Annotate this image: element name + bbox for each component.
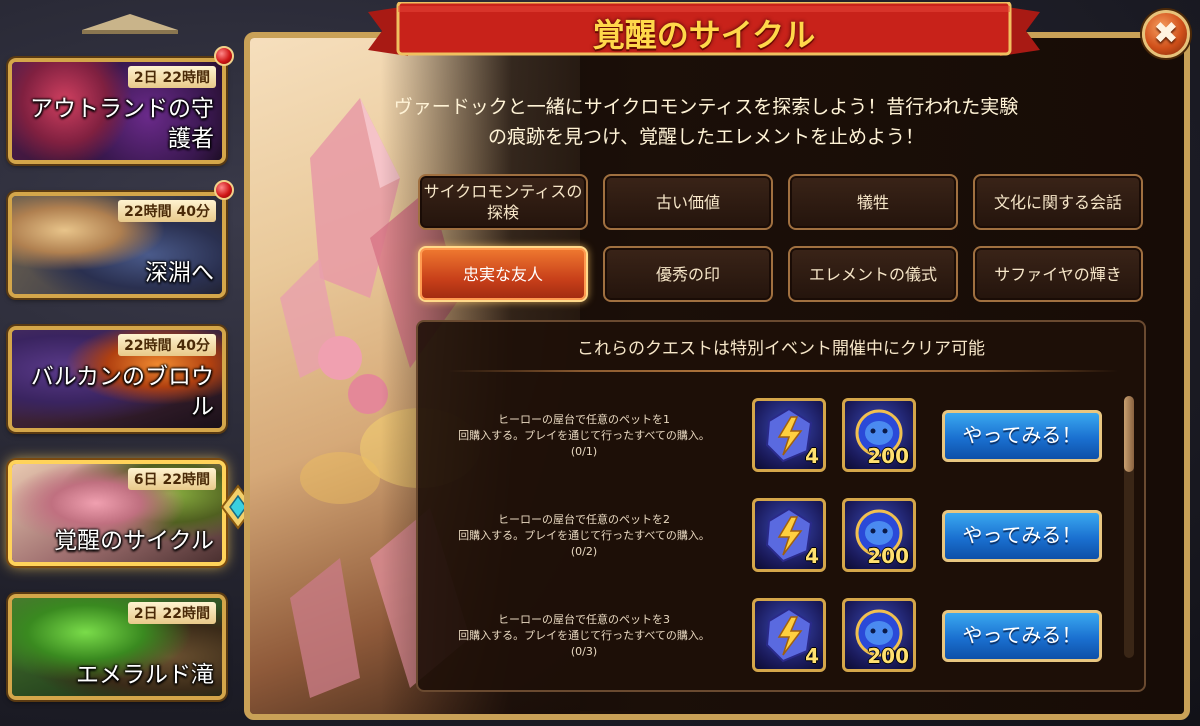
tab-mark-of-excellence[interactable]: 優秀の印 <box>603 246 773 302</box>
quest-line-2: 回購入する。プレイを通じて行ったすべての購入。 <box>458 429 710 442</box>
header-divider <box>448 370 1118 372</box>
quest-line-2: 回購入する。プレイを通じて行ったすべての購入。 <box>458 529 710 542</box>
event-card-awakening-cycle[interactable]: 6日 22時間 覚醒のサイクル <box>8 460 226 566</box>
quest-row: ヒーローの屋台で任意のペットを3 回購入する。プレイを通じて行ったすべての購入。… <box>418 598 1144 688</box>
quest-line-1: ヒーローの屋台で任意のペットを3 <box>498 613 670 626</box>
quest-progress: (0/2) <box>570 545 598 558</box>
event-title: バルカンのブロウル <box>30 364 214 420</box>
event-title: 覚醒のサイクル <box>54 528 214 554</box>
event-timer: 6日 22時間 <box>127 468 216 490</box>
quest-list: これらのクエストは特別イベント開催中にクリア可能 ヒーローの屋台で任意のペットを… <box>416 320 1146 692</box>
notification-badge <box>214 180 234 200</box>
try-it-button[interactable]: やってみる！ <box>942 510 1102 562</box>
tab-cyclomontis-exploration[interactable]: サイクロモンティスの探検 <box>418 174 588 230</box>
tab-loyal-friend[interactable]: 忠実な友人 <box>418 246 588 302</box>
event-title: アウトランドの守護者 <box>30 96 214 152</box>
event-title: エメラルド滝 <box>76 662 214 688</box>
event-timer: 22時間 40分 <box>118 334 216 356</box>
quest-description: ヒーローの屋台で任意のペットを1 回購入する。プレイを通じて行ったすべての購入。… <box>426 412 742 460</box>
reward-quantity: 4 <box>805 444 819 468</box>
reward-slot-2[interactable]: 200 <box>842 398 916 472</box>
quest-line-1: ヒーローの屋台で任意のペットを2 <box>498 513 670 526</box>
tab-old-value[interactable]: 古い価値 <box>603 174 773 230</box>
title-banner-text-holder: 覚醒のサイクル <box>368 2 1040 58</box>
event-timer: 22時間 40分 <box>118 200 216 222</box>
panel-title: 覚醒のサイクル <box>592 16 816 54</box>
try-it-button[interactable]: やってみる！ <box>942 410 1102 462</box>
reward-slot-1[interactable]: 4 <box>752 398 826 472</box>
event-description: ヴァードックと一緒にサイクロモンティスを探索しよう！昔行われた実験の痕跡を見つけ… <box>393 96 1019 148</box>
quest-row: ヒーローの屋台で任意のペットを2 回購入する。プレイを通じて行ったすべての購入。… <box>418 498 1144 588</box>
reward-quantity: 200 <box>867 444 909 468</box>
event-timer: 2日 22時間 <box>127 66 216 88</box>
reward-slot-1[interactable]: 4 <box>752 498 826 572</box>
scrollbar-thumb[interactable] <box>1124 396 1134 472</box>
event-timer: 2日 22時間 <box>127 602 216 624</box>
close-button[interactable]: ✖ <box>1142 10 1190 58</box>
reward-quantity: 200 <box>867 644 909 668</box>
close-icon: ✖ <box>1153 16 1179 51</box>
event-card-outland-guardian[interactable]: 2日 22時間 アウトランドの守護者 <box>8 58 226 164</box>
quest-progress: (0/3) <box>570 645 598 658</box>
quest-line-2: 回購入する。プレイを通じて行ったすべての購入。 <box>458 629 710 642</box>
quest-list-header: これらのクエストは特別イベント開催中にクリア可能 <box>577 339 985 359</box>
try-it-button[interactable]: やってみる！ <box>942 610 1102 662</box>
event-card-vulcan-brawl[interactable]: 22時間 40分 バルカンのブロウル <box>8 326 226 432</box>
quest-description: ヒーローの屋台で任意のペットを2 回購入する。プレイを通じて行ったすべての購入。… <box>426 512 742 560</box>
tab-cultural-conversation[interactable]: 文化に関する会話 <box>973 174 1143 230</box>
notification-badge <box>214 46 234 66</box>
event-card-emerald-falls[interactable]: 2日 22時間 エメラルド滝 <box>8 594 226 700</box>
tab-element-ritual[interactable]: エレメントの儀式 <box>788 246 958 302</box>
quest-description: ヒーローの屋台で任意のペットを3 回購入する。プレイを通じて行ったすべての購入。… <box>426 612 742 660</box>
quest-line-1: ヒーローの屋台で任意のペットを1 <box>498 413 670 426</box>
reward-slot-1[interactable]: 4 <box>752 598 826 672</box>
event-card-into-abyss[interactable]: 22時間 40分 深淵へ <box>8 192 226 298</box>
quest-scrollbar[interactable] <box>1124 396 1134 658</box>
reward-quantity: 4 <box>805 644 819 668</box>
tab-sacrifice[interactable]: 犠牲 <box>788 174 958 230</box>
quest-row: ヒーローの屋台で任意のペットを1 回購入する。プレイを通じて行ったすべての購入。… <box>418 398 1144 488</box>
event-title: 深淵へ <box>145 260 214 286</box>
scroll-up-arrow[interactable] <box>82 14 178 34</box>
reward-quantity: 4 <box>805 544 819 568</box>
reward-slot-2[interactable]: 200 <box>842 598 916 672</box>
quest-progress: (0/1) <box>570 445 598 458</box>
tab-sapphire-shine[interactable]: サファイヤの輝き <box>973 246 1143 302</box>
reward-quantity: 200 <box>867 544 909 568</box>
reward-slot-2[interactable]: 200 <box>842 498 916 572</box>
